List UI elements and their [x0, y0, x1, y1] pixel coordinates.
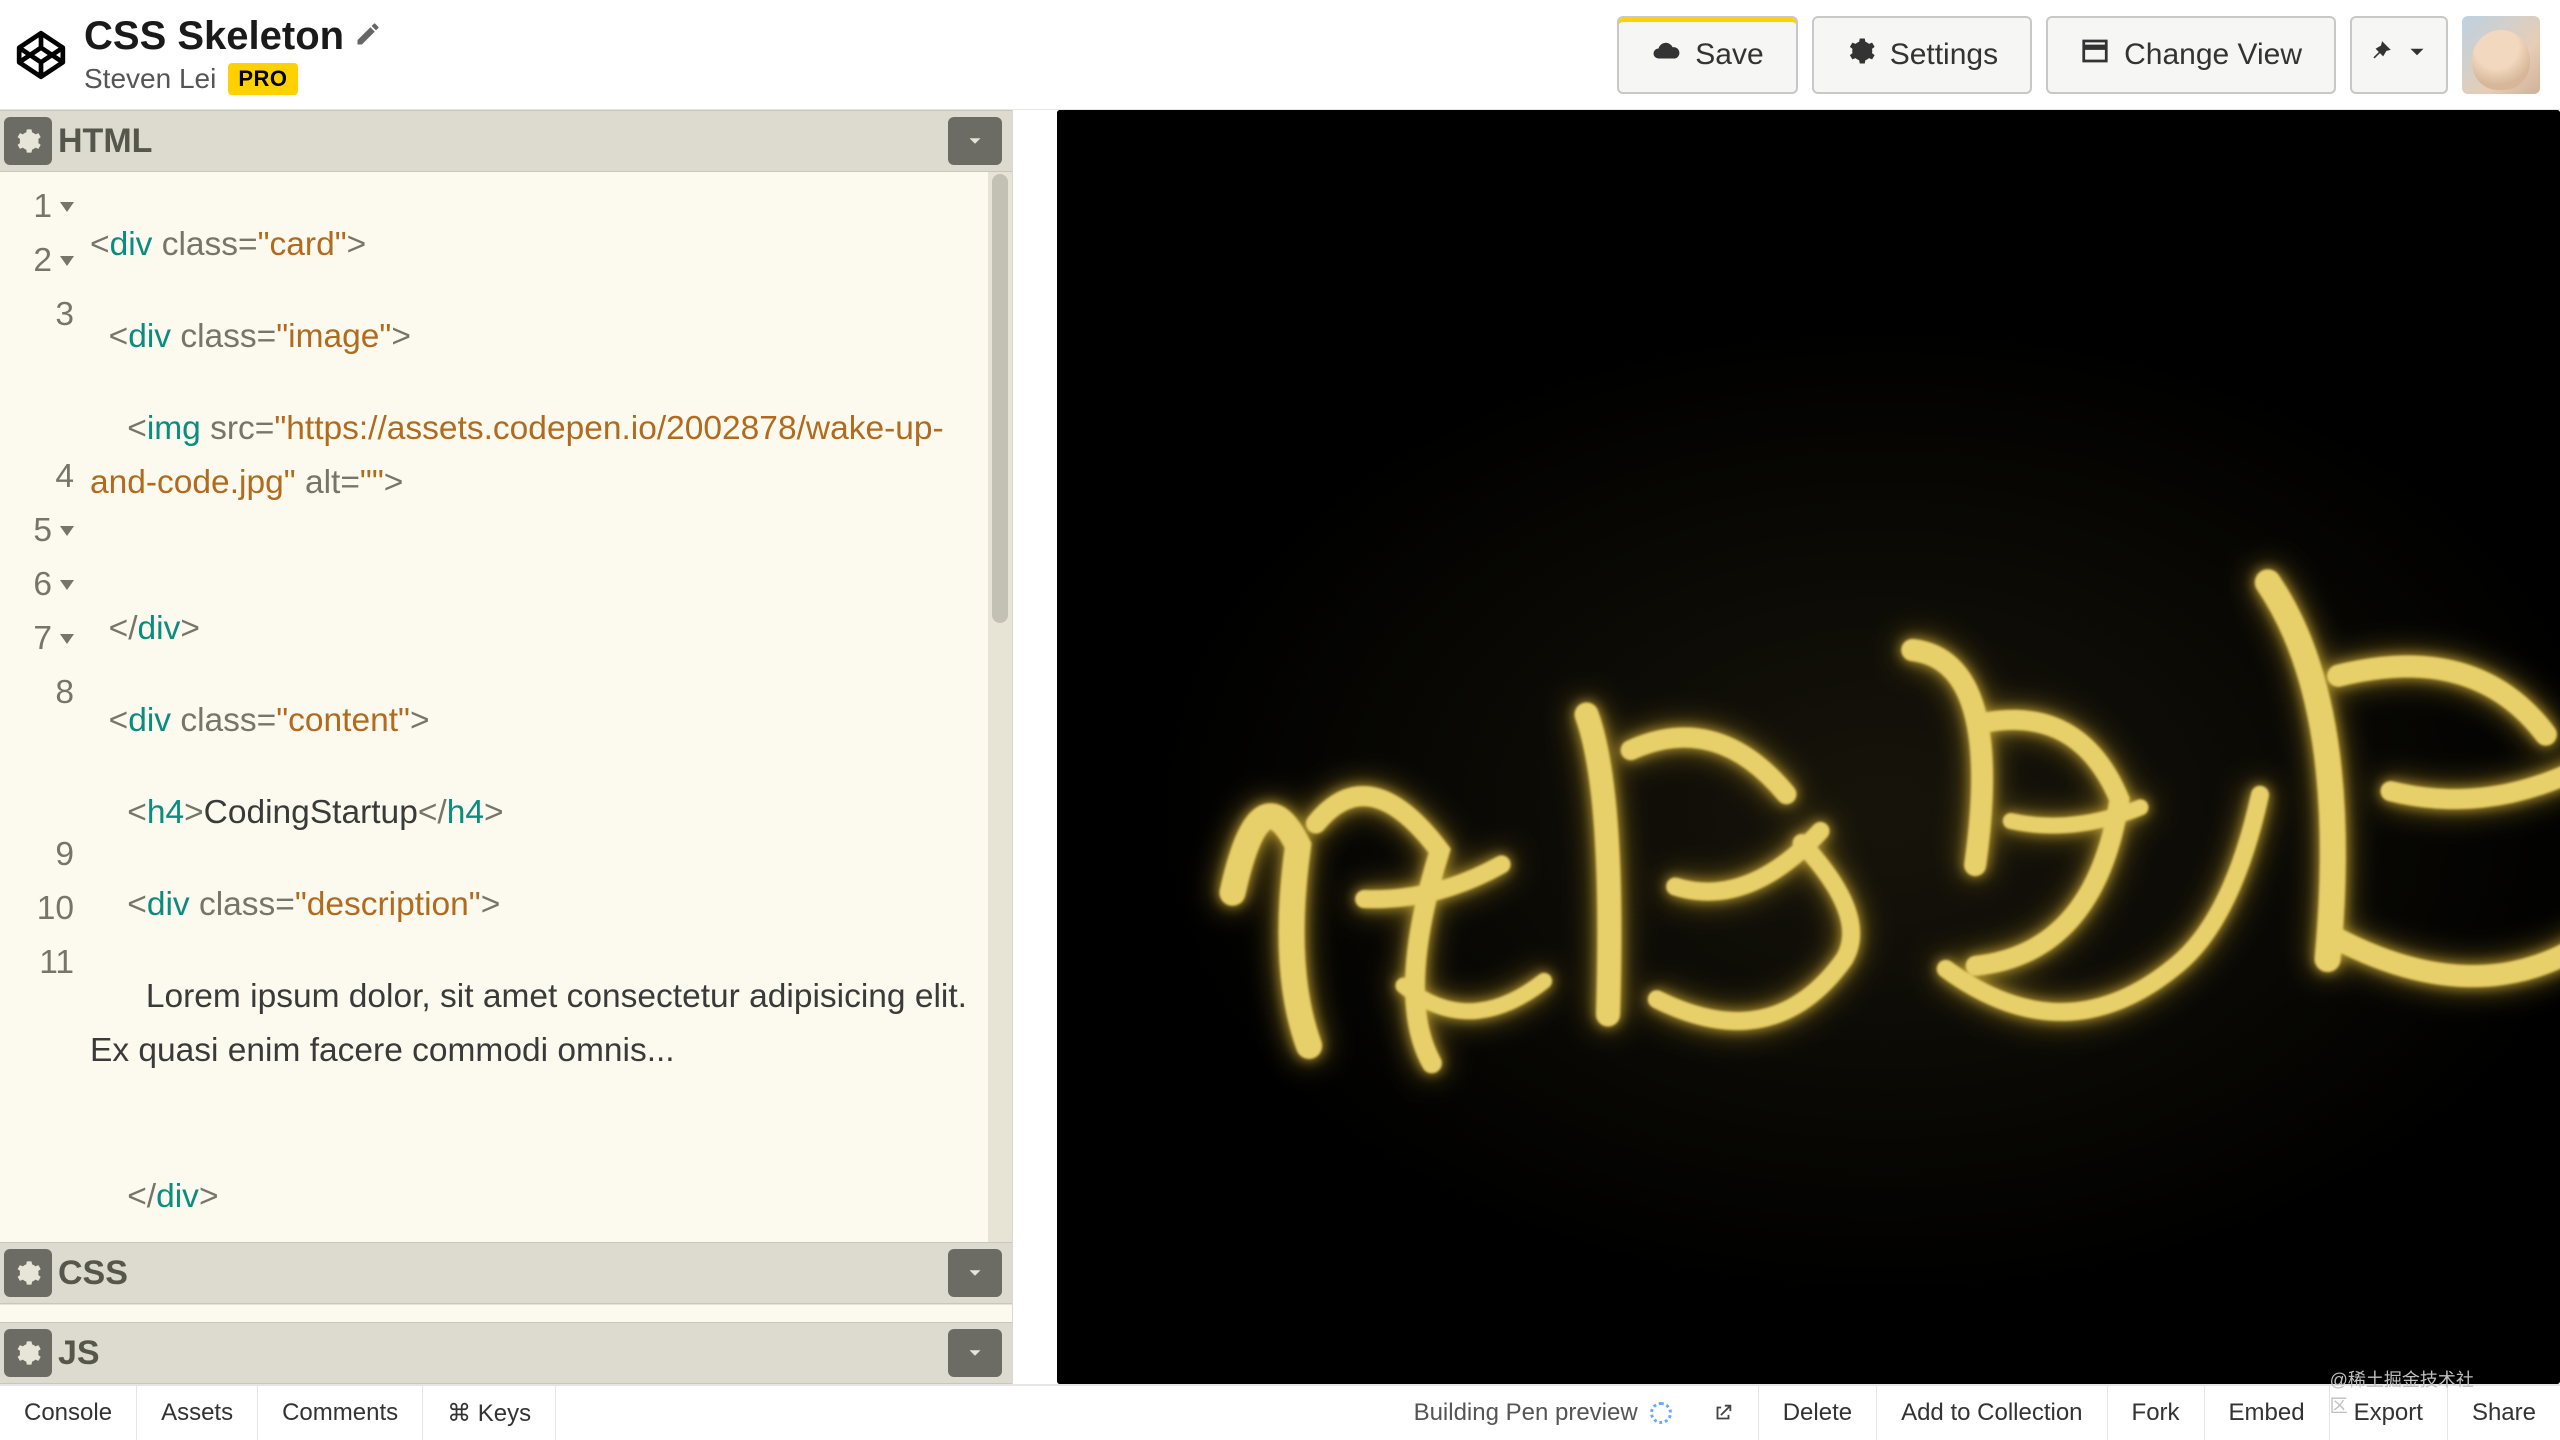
- pin-icon: [2368, 39, 2394, 70]
- change-view-button-label: Change View: [2124, 38, 2302, 72]
- html-editor[interactable]: 1 2 3 4 5 6 7 8 9 10 11 <div class="card…: [0, 172, 1012, 1242]
- save-button-label: Save: [1695, 38, 1763, 72]
- pen-preview: [1057, 110, 2560, 1384]
- layout-icon: [2080, 36, 2110, 74]
- editors-column: HTML 1 2 3 4 5 6 7 8 9 10 11: [0, 110, 1013, 1384]
- pro-badge: PRO: [228, 63, 297, 95]
- css-panel-label: CSS: [58, 1254, 128, 1293]
- console-button[interactable]: Console: [0, 1386, 137, 1440]
- editor-code[interactable]: <div class="card"> <div class="image"> <…: [80, 172, 1012, 1242]
- app-header: CSS Skeleton Steven Lei PRO Save Setting…: [0, 0, 2560, 110]
- editor-gutter: 1 2 3 4 5 6 7 8 9 10 11: [0, 172, 80, 1242]
- gear-icon: [1846, 36, 1876, 74]
- css-panel-header[interactable]: CSS: [0, 1242, 1012, 1304]
- build-status: Building Pen preview: [1398, 1386, 1688, 1440]
- html-panel-header: HTML: [0, 110, 1012, 172]
- open-new-window-button[interactable]: [1688, 1386, 1759, 1440]
- js-panel-settings-button[interactable]: [4, 1329, 52, 1377]
- html-panel-label: HTML: [58, 122, 152, 161]
- calligraphy-image: [1141, 441, 2560, 1358]
- js-panel-header[interactable]: JS: [0, 1322, 1012, 1384]
- html-panel-dropdown-button[interactable]: [948, 117, 1002, 165]
- footer-bar: Console Assets Comments ⌘ Keys Building …: [0, 1384, 2560, 1440]
- edit-title-icon[interactable]: [354, 20, 382, 53]
- keys-button[interactable]: ⌘ Keys: [423, 1386, 556, 1440]
- pin-dropdown-button[interactable]: [2350, 16, 2448, 94]
- js-panel-label: JS: [58, 1334, 100, 1373]
- editor-scrollbar[interactable]: [988, 172, 1012, 1242]
- pen-author[interactable]: Steven Lei: [84, 63, 216, 95]
- html-panel-settings-button[interactable]: [4, 117, 52, 165]
- delete-button[interactable]: Delete: [1759, 1386, 1877, 1440]
- cloud-icon: [1651, 36, 1681, 74]
- js-panel-dropdown-button[interactable]: [948, 1329, 1002, 1377]
- change-view-button[interactable]: Change View: [2046, 16, 2336, 94]
- fork-button[interactable]: Fork: [2108, 1386, 2205, 1440]
- pen-title[interactable]: CSS Skeleton: [84, 14, 344, 59]
- css-panel-settings-button[interactable]: [4, 1249, 52, 1297]
- preview-column: [1013, 110, 2560, 1384]
- export-button[interactable]: @稀土掘金技术社区 Export: [2330, 1386, 2448, 1440]
- watermark: @稀土掘金技术社区: [2330, 1364, 2493, 1418]
- css-panel-dropdown-button[interactable]: [948, 1249, 1002, 1297]
- save-button[interactable]: Save: [1617, 16, 1797, 94]
- codepen-logo-icon[interactable]: [12, 26, 70, 84]
- add-to-collection-button[interactable]: Add to Collection: [1877, 1386, 2107, 1440]
- main-area: HTML 1 2 3 4 5 6 7 8 9 10 11: [0, 110, 2560, 1384]
- spinner-icon: [1650, 1402, 1672, 1424]
- settings-button-label: Settings: [1890, 38, 1998, 72]
- comments-button[interactable]: Comments: [258, 1386, 423, 1440]
- chevron-down-icon: [2404, 39, 2430, 70]
- avatar[interactable]: [2462, 16, 2540, 94]
- title-block: CSS Skeleton Steven Lei PRO: [84, 14, 382, 95]
- embed-button[interactable]: Embed: [2205, 1386, 2330, 1440]
- assets-button[interactable]: Assets: [137, 1386, 258, 1440]
- settings-button[interactable]: Settings: [1812, 16, 2032, 94]
